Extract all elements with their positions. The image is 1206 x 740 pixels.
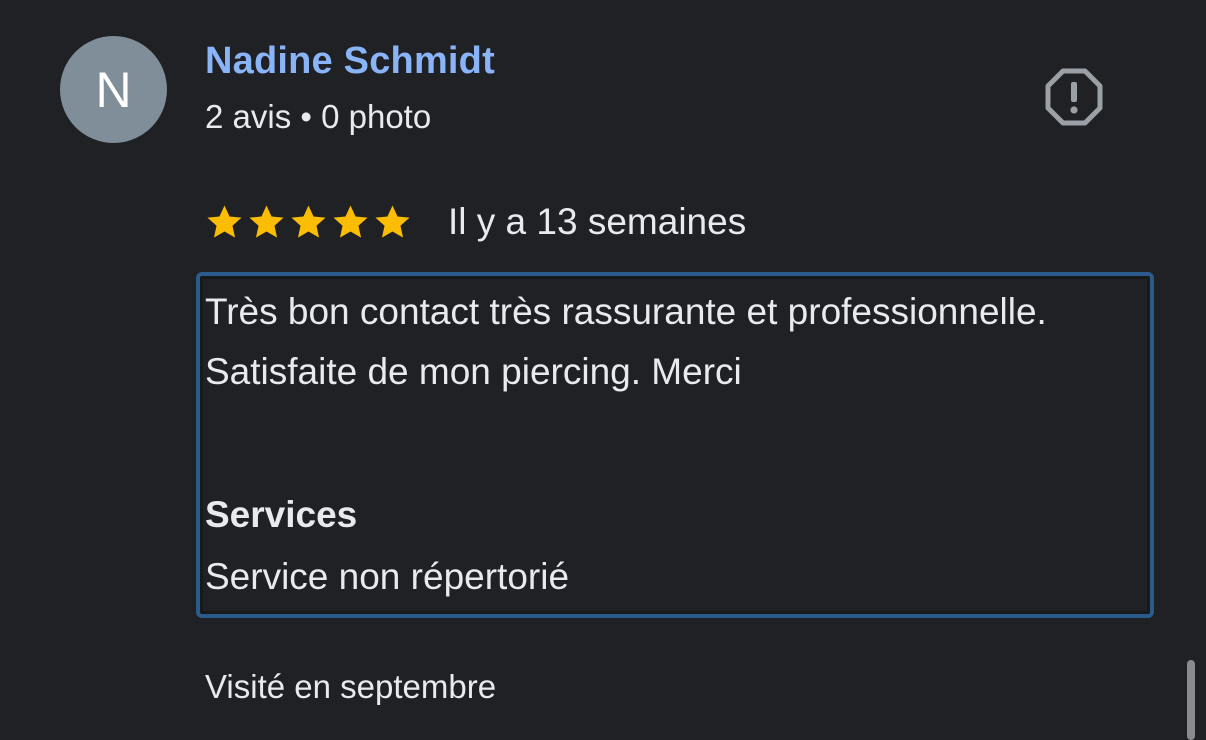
avatar-initial: N — [95, 61, 132, 118]
star-icon — [291, 204, 326, 238]
review-text[interactable]: Très bon contact très rassurante et prof… — [205, 282, 1125, 402]
star-icon — [249, 204, 284, 238]
avatar[interactable]: N — [60, 36, 167, 143]
review-date: Il y a 13 semaines — [448, 201, 747, 242]
star-icon — [333, 204, 368, 238]
scrollbar[interactable] — [1187, 660, 1195, 740]
author-name-link[interactable]: Nadine Schmidt — [205, 40, 495, 83]
services-value: Service non répertorié — [205, 556, 570, 597]
report-flag-icon — [1045, 68, 1103, 126]
rating-row: Il y a 13 semaines — [205, 200, 746, 244]
author-meta: 2 avis • 0 photo — [205, 98, 432, 135]
star-rating — [205, 203, 412, 242]
visit-date: Visité en septembre — [205, 668, 497, 705]
services-heading: Services — [205, 494, 358, 535]
star-icon — [207, 204, 242, 238]
star-icon — [375, 204, 410, 238]
report-button[interactable] — [1043, 66, 1105, 128]
